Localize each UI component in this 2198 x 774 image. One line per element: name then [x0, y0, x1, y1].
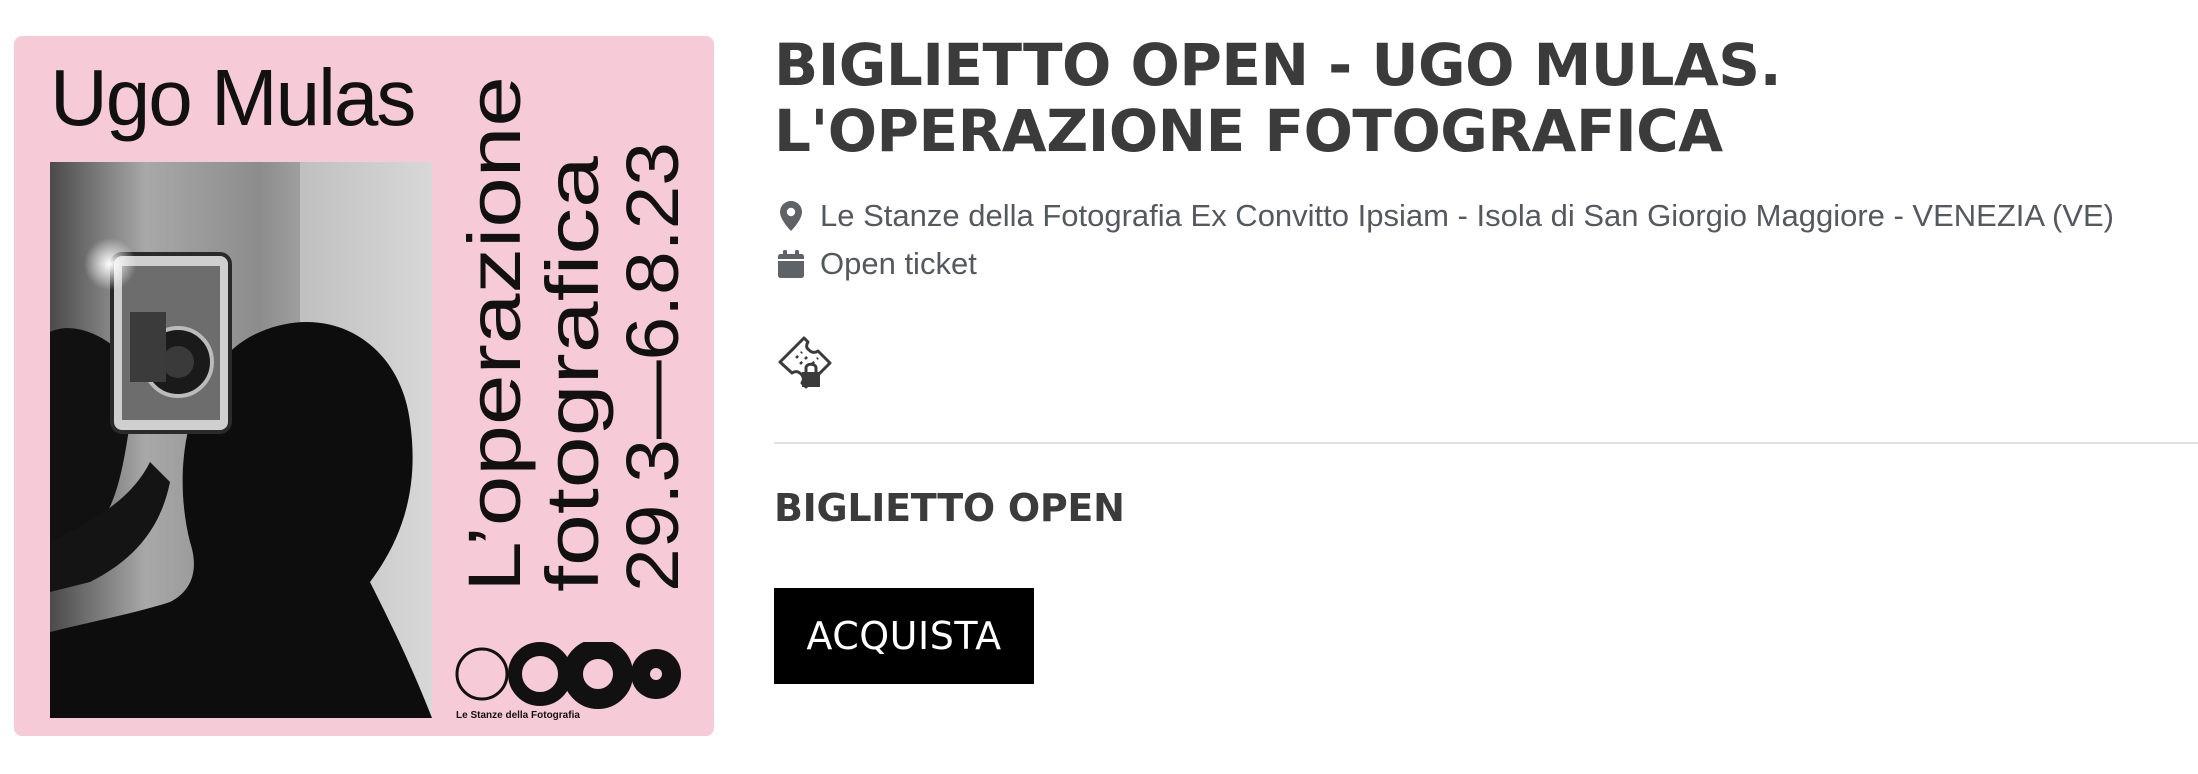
buy-button[interactable]: ACQUISTA: [774, 588, 1034, 684]
event-title: BIGLIETTO OPEN - UGO MULAS. L'OPERAZIONE…: [774, 31, 1782, 165]
poster-photo: [50, 162, 432, 718]
poster-line-2: fotografica: [531, 155, 614, 592]
event-location-text: Le Stanze della Fotografia Ex Convitto I…: [820, 198, 2114, 233]
event-location: Le Stanze della Fotografia Ex Convitto I…: [776, 198, 2114, 234]
poster-logo-caption: Le Stanze della Fotografia: [456, 710, 580, 721]
poster-artist-name: Ugo Mulas: [50, 53, 416, 142]
poster-line-1: L’operazione: [458, 76, 536, 592]
ticket-icon: [774, 334, 836, 396]
poster-logo: Le Stanze della Fotografia: [452, 639, 692, 722]
event-date: Open ticket: [776, 246, 977, 282]
event-poster: Ugo Mulas L’operazione fotografica 29.3—…: [14, 36, 714, 736]
poster-dates: 29.3—6.8.23: [611, 142, 694, 592]
ticket-type-title: BIGLIETTO OPEN: [774, 486, 1125, 530]
calendar-icon: [776, 248, 806, 280]
event-date-text: Open ticket: [820, 246, 977, 281]
poster-vertical-text: L’operazione fotografica 29.3—6.8.23: [458, 76, 702, 592]
map-marker-icon: [776, 200, 806, 232]
section-divider: [774, 442, 2198, 444]
